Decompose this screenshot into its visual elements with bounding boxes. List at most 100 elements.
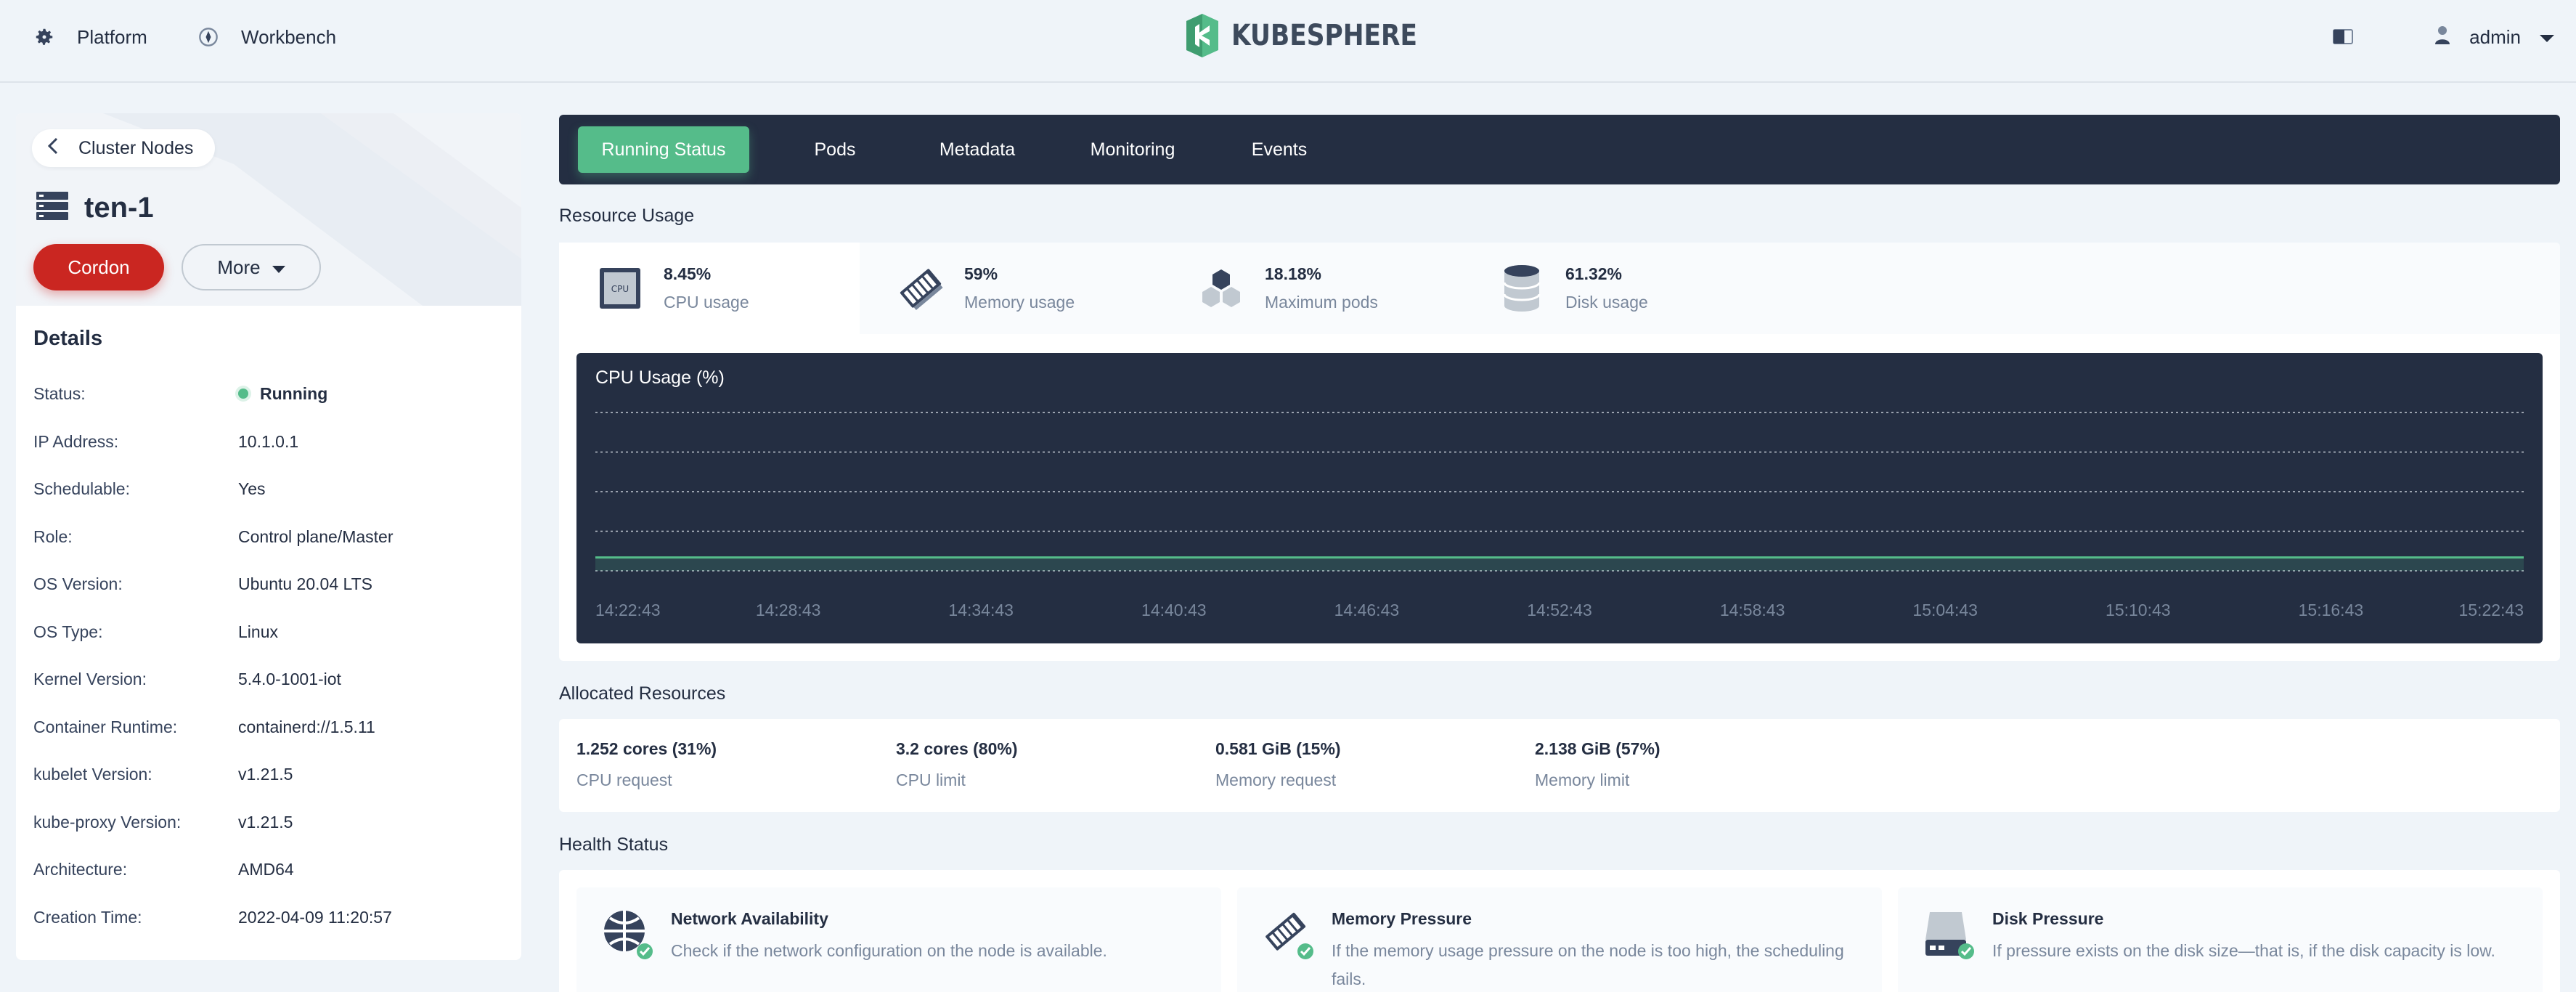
tab-pods[interactable]: Pods [777, 126, 893, 173]
layout-toggle-icon[interactable] [2333, 28, 2355, 46]
usage-metric-strip: CPU 8.45% CPU usage 59% Memory usage 18.… [559, 243, 2560, 334]
cpu-usage-chart: CPU Usage (%) 14:22:43 14:28:43 14:34:43 14… [576, 353, 2543, 643]
cpu-usage-chart-svg: 14:22:43 14:28:43 14:34:43 14:40:43 14:46:43… [595, 412, 2524, 619]
svg-text:CPU: CPU [611, 284, 629, 294]
chart-x-tick-label: 14:34:43 [948, 601, 1014, 619]
tab-running-status[interactable]: Running Status [578, 126, 749, 173]
allocated-resources-card: 1.252 cores (31%) CPU request 3.2 cores … [559, 719, 2560, 812]
details-heading: Details [33, 327, 103, 350]
kubesphere-logo-icon [1186, 14, 1218, 57]
back-label: Cluster Nodes [78, 137, 194, 158]
allocated-resources-heading: Allocated Resources [559, 683, 726, 704]
status-running-dot [238, 389, 248, 399]
detail-label: Role: [33, 527, 73, 546]
node-title: ten-1 [36, 184, 154, 231]
disk-usage-value: 61.32% [1565, 264, 1623, 283]
resource-usage-card: CPU 8.45% CPU usage 59% Memory usage 18.… [559, 243, 2560, 661]
detail-value: v1.21.5 [238, 764, 293, 784]
detail-value: AMD64 [238, 859, 294, 879]
node-detail-panel: Cluster Nodes ten-1 Cordon More Details … [16, 113, 521, 960]
chart-x-tick-label: 14:40:43 [1141, 601, 1207, 619]
pods-icon [1197, 264, 1246, 313]
pods-usage-value: 18.18% [1265, 264, 1322, 283]
alloc-label: Memory request [1215, 771, 1337, 789]
health-title: Disk Pressure [1992, 909, 2104, 928]
user-icon [2434, 25, 2450, 50]
detail-label: Container Runtime: [33, 717, 178, 736]
detail-label: Status: [33, 383, 86, 403]
detail-value: Yes [238, 479, 266, 498]
nav-workbench[interactable]: Workbench [196, 22, 336, 52]
alloc-label: Memory limit [1535, 771, 1630, 789]
nav-platform[interactable]: Platform [32, 22, 147, 52]
health-title: Network Availability [671, 909, 828, 928]
detail-tabs: Running Status Pods Metadata Monitoring … [559, 115, 2560, 184]
network-icon [601, 908, 655, 961]
disk-icon [1497, 264, 1546, 313]
memory-usage-value: 59% [964, 264, 998, 283]
disk-pressure-icon [1923, 908, 1976, 961]
detail-value: Ubuntu 20.04 LTS [238, 574, 372, 593]
chart-series-area [595, 557, 2524, 571]
chart-x-tick-label: 14:28:43 [756, 601, 821, 619]
detail-row-schedulable: Schedulable: Yes [33, 474, 513, 503]
health-network-availability: Network Availability Check if the networ… [576, 887, 1221, 992]
node-name: ten-1 [84, 191, 154, 224]
health-description: If pressure exists on the disk size—that… [1992, 941, 2495, 960]
usage-item-cpu[interactable]: CPU 8.45% CPU usage [559, 243, 860, 334]
alloc-value: 0.581 GiB (15%) [1215, 739, 1341, 758]
detail-value: v1.21.5 [238, 812, 293, 832]
usage-item-disk[interactable]: 61.32% Disk usage [1461, 243, 1761, 334]
detail-row-kubelet: kubelet Version: v1.21.5 [33, 760, 513, 789]
alloc-memory-request: 0.581 GiB (15%) Memory request [1215, 739, 1341, 790]
detail-value: Linux [238, 622, 278, 641]
tab-monitoring[interactable]: Monitoring [1060, 126, 1205, 173]
health-title: Memory Pressure [1332, 909, 1472, 928]
resource-usage-heading: Resource Usage [559, 206, 695, 226]
detail-value: 2022-04-09 11:20:57 [238, 907, 392, 927]
alloc-value: 2.138 GiB (57%) [1535, 739, 1660, 758]
tab-metadata[interactable]: Metadata [912, 126, 1043, 173]
chart-x-tick-label: 15:04:43 [1912, 601, 1978, 619]
kubesphere-logo[interactable]: KUBESPHERE [1182, 13, 1448, 58]
detail-row-kube-proxy: kube-proxy Version: v1.21.5 [33, 808, 513, 837]
server-icon [36, 191, 68, 224]
more-button[interactable]: More [182, 244, 321, 290]
alloc-cpu-request: 1.252 cores (31%) CPU request [576, 739, 717, 790]
node-header: Cluster Nodes ten-1 Cordon More [16, 113, 521, 306]
health-description: If the memory usage pressure on the node… [1332, 941, 1844, 988]
nav-workbench-label: Workbench [241, 25, 337, 48]
detail-label: IP Address: [33, 431, 119, 451]
cpu-usage-value: 8.45% [664, 264, 712, 283]
detail-label: Kernel Version: [33, 669, 147, 688]
detail-label: Architecture: [33, 859, 128, 879]
detail-value: containerd://1.5.11 [238, 717, 375, 736]
logo-text: KUBESPHERE [1231, 19, 1417, 52]
alloc-label: CPU request [576, 771, 672, 789]
chart-x-tick-label: 14:46:43 [1334, 601, 1400, 619]
tab-events[interactable]: Events [1221, 126, 1337, 173]
usage-item-memory[interactable]: 59% Memory usage [860, 243, 1160, 334]
usage-item-pods[interactable]: 18.18% Maximum pods [1160, 243, 1461, 334]
detail-row-ip: IP Address: 10.1.0.1 [33, 427, 513, 456]
detail-row-role: Role: Control plane/Master [33, 522, 513, 551]
health-disk-pressure: Disk Pressure If pressure exists on the … [1898, 887, 2543, 992]
detail-value: 10.1.0.1 [238, 431, 299, 451]
workbench-icon [196, 25, 221, 49]
username: admin [2469, 25, 2521, 48]
caret-down-icon [2540, 26, 2554, 49]
back-to-cluster-nodes[interactable]: Cluster Nodes [32, 129, 216, 167]
chart-x-tick-label: 14:22:43 [595, 601, 661, 619]
detail-row-status: Status: Running [33, 379, 513, 408]
chart-x-tick-label: 15:16:43 [2299, 601, 2364, 619]
user-menu[interactable]: admin [2434, 25, 2554, 50]
memory-usage-label: Memory usage [964, 293, 1075, 312]
memory-icon [896, 264, 945, 313]
health-status-card: Network Availability Check if the networ… [559, 870, 2560, 992]
cordon-button[interactable]: Cordon [33, 244, 164, 290]
health-description: Check if the network configuration on th… [671, 941, 1107, 960]
alloc-label: CPU limit [896, 771, 966, 789]
pods-usage-label: Maximum pods [1265, 293, 1378, 312]
header-right-tools: admin [2333, 22, 2554, 52]
top-navigation-bar: Platform Workbench KUBESPHERE admin [0, 0, 2576, 83]
